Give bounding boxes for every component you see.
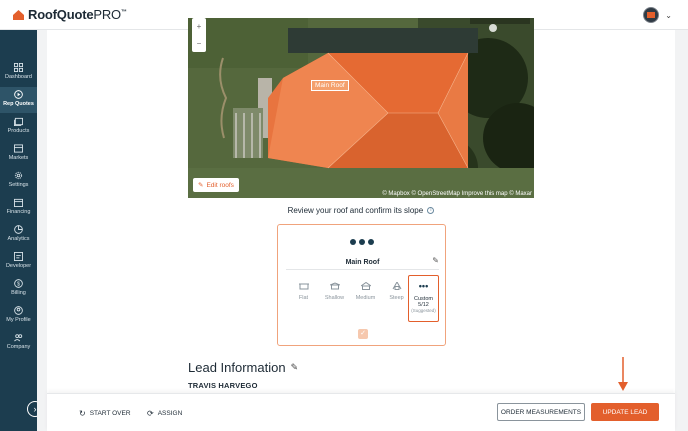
pointer-arrow-icon <box>618 357 628 391</box>
calendar-icon <box>14 198 23 207</box>
zoom-out-button[interactable]: − <box>197 39 202 48</box>
zoom-in-button[interactable]: + <box>197 22 202 31</box>
edit-roofs-label: Edit roofs <box>206 181 234 189</box>
review-instruction: Review your roof and confirm its slope i <box>188 206 534 215</box>
avatar[interactable] <box>643 7 660 23</box>
more-dots-icon: ••• <box>418 281 429 291</box>
start-over-button[interactable]: ↻ START OVER <box>79 409 131 418</box>
app-logo-text: RoofQuotePRO™ <box>28 7 127 22</box>
content-gutter-left <box>37 30 47 431</box>
house-logo-icon <box>12 9 25 21</box>
code-icon <box>14 252 23 261</box>
sidebar-item-rep-quotes[interactable]: Rep Quotes <box>0 87 37 113</box>
order-measurements-button[interactable]: ORDER MEASUREMENTS <box>497 403 585 421</box>
medium-roof-icon <box>360 282 371 290</box>
sidebar-item-my-profile[interactable]: My Profile <box>0 303 37 329</box>
sidebar-item-financing[interactable]: Financing <box>0 195 37 221</box>
sidebar-item-settings[interactable]: Settings <box>0 168 37 194</box>
sidebar-item-company[interactable]: Company <box>0 330 37 356</box>
play-circle-icon <box>14 90 23 99</box>
pencil-icon[interactable]: ✎ <box>432 256 439 265</box>
people-icon <box>14 334 23 342</box>
sidebar-item-developer[interactable]: Developer <box>0 249 37 275</box>
slope-options: Flat Shallow Medium Steep ••• Custom 5/1… <box>288 275 440 325</box>
divider <box>286 269 439 270</box>
pie-chart-icon <box>14 225 23 234</box>
roof-slope-card: Main Roof ✎ Flat Shallow Medium Steep ••… <box>277 224 446 346</box>
roof-satellite-map[interactable]: + − Main Roof ✎ Edit roofs © Mapbox © Op… <box>188 18 534 198</box>
sync-icon: ⟳ <box>147 409 154 418</box>
gallery-icon <box>14 117 23 126</box>
map-attribution[interactable]: © Mapbox © OpenStreetMap Improve this ma… <box>382 191 532 197</box>
chevron-down-icon[interactable]: ⌄ <box>665 11 672 20</box>
pencil-icon: ✎ <box>198 182 204 189</box>
refresh-icon: ↻ <box>79 409 86 418</box>
slope-option-medium[interactable]: Medium <box>350 275 381 322</box>
assign-label: ASSIGN <box>157 410 183 417</box>
sidebar-item-analytics[interactable]: Analytics <box>0 222 37 248</box>
account-menu[interactable]: ⌄ <box>643 7 672 23</box>
lead-title-text: Lead Information <box>188 360 286 375</box>
svg-text:$: $ <box>17 282 20 288</box>
store-icon <box>14 144 23 153</box>
update-lead-button[interactable]: UPDATE LEAD <box>591 403 659 421</box>
flat-roof-icon <box>298 283 309 290</box>
app-logo[interactable]: RoofQuotePRO™ <box>12 7 127 22</box>
info-icon[interactable]: i <box>427 207 435 215</box>
lead-information-heading: Lead Information ✎ <box>188 360 298 375</box>
user-circle-icon <box>14 306 23 315</box>
slope-option-shallow[interactable]: Shallow <box>319 275 350 322</box>
sidebar-item-markets[interactable]: Markets <box>0 141 37 167</box>
grid-icon <box>14 63 23 72</box>
confirm-slope-checkbox[interactable]: ✓ <box>358 329 368 339</box>
sidebar-item-billing[interactable]: $ Billing <box>0 276 37 302</box>
satellite-image <box>188 18 534 198</box>
sidebar-item-dashboard[interactable]: Dashboard <box>0 60 37 86</box>
pencil-icon[interactable]: ✎ <box>291 362 299 373</box>
slope-option-custom[interactable]: ••• Custom 5/12 (Suggested) <box>408 275 439 322</box>
content-gutter-right <box>675 30 688 431</box>
sidebar-item-products[interactable]: Products <box>0 114 37 140</box>
sidebar-nav: Dashboard Rep Quotes Products Markets Se… <box>0 30 37 431</box>
roof-name: Main Roof <box>345 259 380 266</box>
dollar-icon: $ <box>14 279 23 288</box>
shallow-roof-icon <box>329 282 340 290</box>
map-zoom-controls: + − <box>192 18 206 52</box>
slope-option-flat[interactable]: Flat <box>288 275 319 322</box>
lead-name: TRAVIS HARVEGO <box>188 381 258 390</box>
more-dots-icon <box>350 239 374 245</box>
review-text: Review your roof and confirm its slope <box>287 206 424 215</box>
gear-icon <box>14 171 23 180</box>
footer-action-bar: ↻ START OVER ⟳ ASSIGN ORDER MEASUREMENTS… <box>47 393 675 431</box>
start-over-label: START OVER <box>89 410 131 417</box>
check-icon: ✓ <box>360 330 366 337</box>
suggested-note: (Suggested) <box>411 308 436 313</box>
roof-label-tag[interactable]: Main Roof <box>311 80 349 91</box>
edit-roofs-button[interactable]: ✎ Edit roofs <box>193 178 239 192</box>
assign-button[interactable]: ⟳ ASSIGN <box>147 409 182 418</box>
steep-roof-icon <box>392 282 401 290</box>
